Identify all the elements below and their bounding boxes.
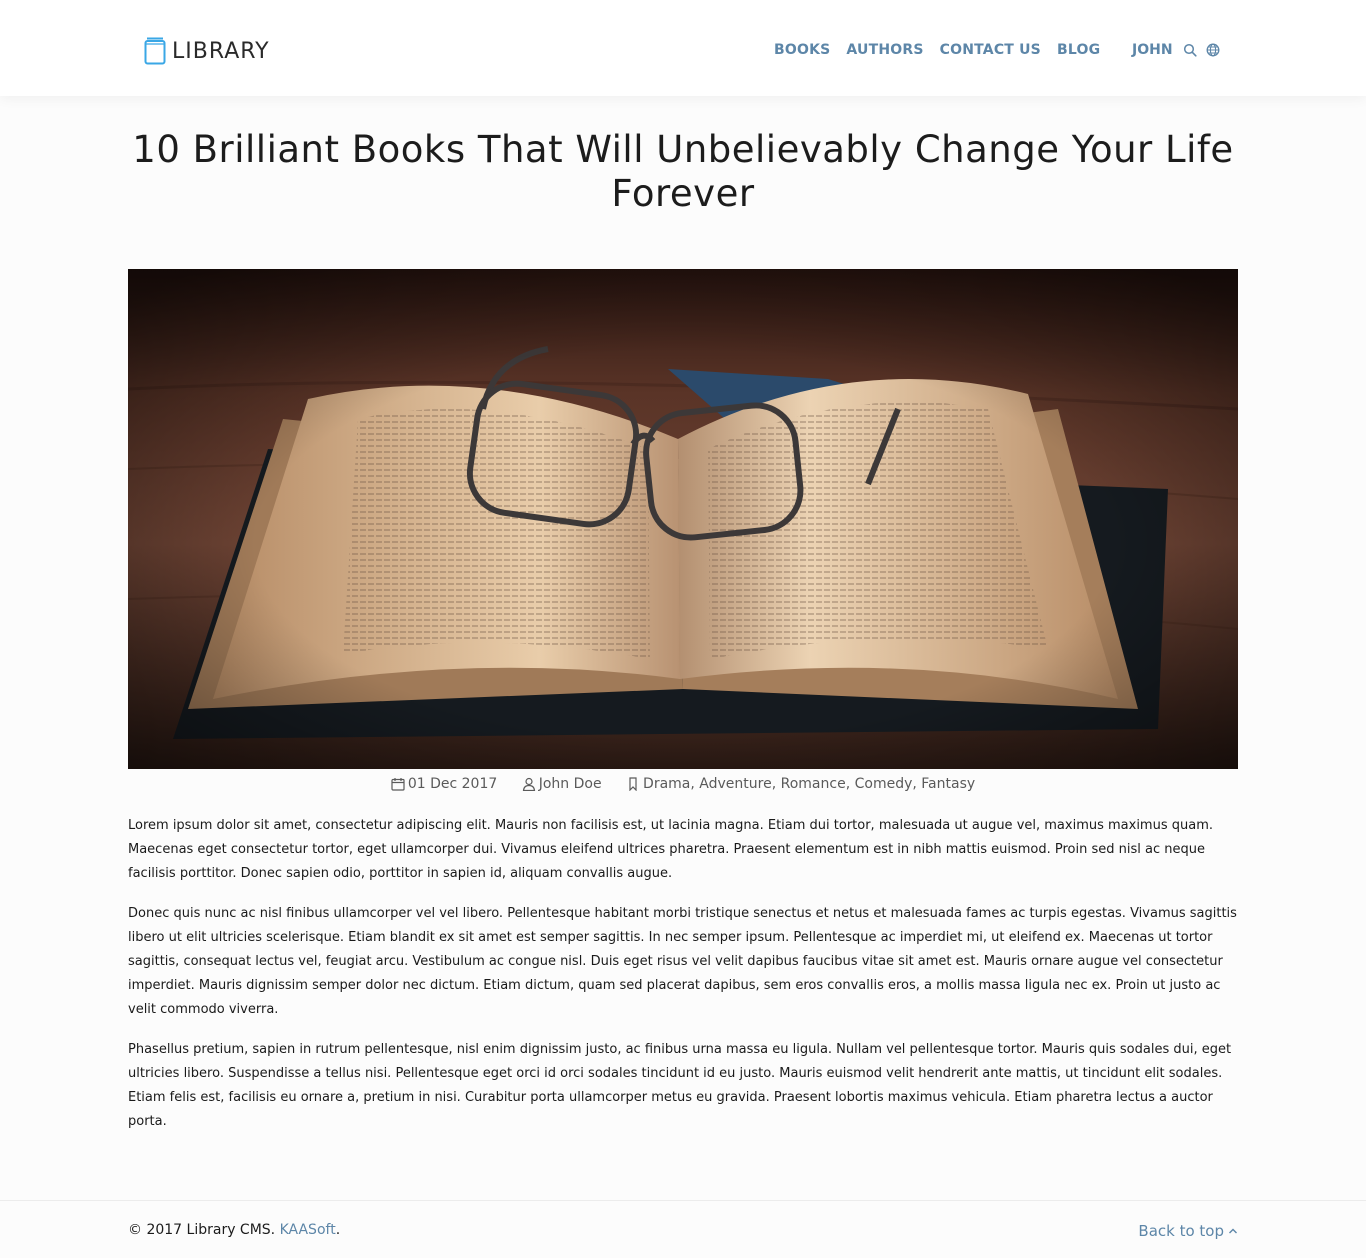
copyright-period: . [335,1222,341,1238]
chevron-up-icon [1229,1228,1237,1234]
post-genres: Drama, Adventure, Romance, Comedy, Fanta… [626,776,975,792]
post-author: John Doe [522,776,602,792]
user-icon [522,777,535,791]
bookmark-icon [629,777,637,791]
post-body: Lorem ipsum dolor sit amet, consectetur … [128,814,1238,1150]
user-menu-link[interactable]: JOHN [1132,42,1173,58]
back-to-top-link[interactable]: Back to top [1138,1222,1238,1240]
hero-image [128,269,1238,769]
globe-icon[interactable] [1206,43,1220,57]
nav-books[interactable]: BOOKS [774,42,830,58]
user-area: JOHN [1132,42,1229,58]
nav-authors[interactable]: AUTHORS [846,42,923,58]
back-to-top-label: Back to top [1138,1222,1224,1240]
post-author-link[interactable]: John Doe [539,776,602,792]
logo-link[interactable]: LIBRARY [144,36,270,66]
post-paragraph: Lorem ipsum dolor sit amet, consectetur … [128,818,1213,881]
genre-link-drama[interactable]: Drama [643,776,690,792]
site-header: LIBRARY BOOKS AUTHORS CONTACT US BLOG JO… [0,0,1366,96]
genre-link-adventure[interactable]: Adventure [699,776,771,792]
logo-text: LIBRARY [172,38,270,64]
genre-link-comedy[interactable]: Comedy [855,776,913,792]
post-paragraph: Donec quis nunc ac nisl finibus ullamcor… [128,906,1237,1017]
calendar-icon [391,778,405,791]
genre-link-romance[interactable]: Romance [781,776,846,792]
search-icon[interactable] [1183,43,1197,57]
nav-contact-us[interactable]: CONTACT US [940,42,1041,58]
post-title: 10 Brilliant Books That Will Unbelievabl… [132,128,1234,215]
post-meta: 01 Dec 2017 John Doe Drama, Adventure, R… [128,776,1238,795]
kaasoft-link[interactable]: KAASoft [280,1222,336,1238]
post-date: 01 Dec 2017 [391,776,497,792]
post-date-text: 01 Dec 2017 [407,776,498,792]
copyright-text: © 2017 Library CMS. [128,1222,280,1238]
genre-link-fantasy[interactable]: Fantasy [921,776,975,792]
post-paragraph: Phasellus pretium, sapien in rutrum pell… [128,1042,1232,1129]
site-footer: © 2017 Library CMS. KAASoft. Back to top [0,1200,1366,1258]
book-icon [144,37,166,65]
copyright: © 2017 Library CMS. KAASoft. [128,1222,340,1238]
nav-blog[interactable]: BLOG [1057,42,1100,58]
main-nav: BOOKS AUTHORS CONTACT US BLOG [774,42,1116,58]
